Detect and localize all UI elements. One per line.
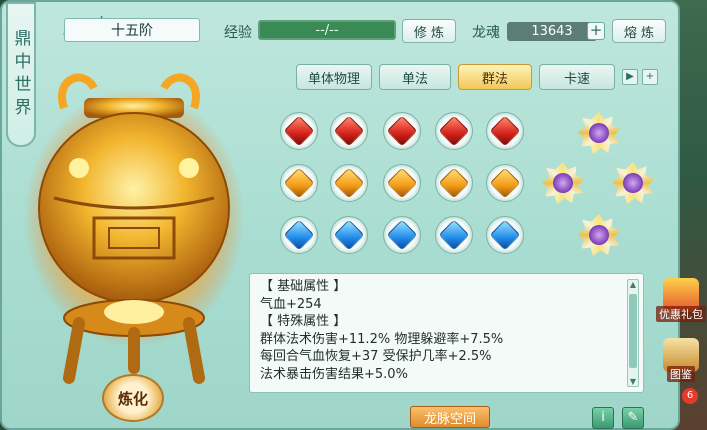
star-gem-core [553,173,573,193]
star-gem-icon[interactable] [578,214,620,256]
gem-slot[interactable] [330,164,368,202]
exp-label: 经验 [224,25,252,41]
main-panel: 鼎中世界 十五阶 经验 --/-- 修 炼 龙魂 13643 + 熔 炼 单体物… [0,0,680,430]
gem-slot[interactable] [435,216,473,254]
scroll-down-icon[interactable]: ▼ [628,377,638,386]
gem-slot[interactable] [383,216,421,254]
info-stat-line: 法术暴击伤害结果+5.0% [260,366,408,382]
dragon-vein-button[interactable]: 龙脉空间 [410,406,490,428]
gem-slot[interactable] [330,112,368,150]
cultivate-button[interactable]: 修 炼 [402,19,456,43]
red-gem-icon [489,115,521,147]
info-stat-line: 群体法术伤害+11.2% 物理躲避率+7.5% [260,331,504,347]
exp-bar: --/-- [258,20,396,40]
info-scrollbar[interactable]: ▲ ▼ [627,279,639,387]
tab-single-physical[interactable]: 单体物理 [296,64,372,90]
soul-value: 13643 [531,24,573,39]
info-hp-line: 气血+254 [260,296,322,312]
stage-text: 十五阶 [111,23,153,39]
tab-single-magic[interactable]: 单法 [379,64,451,90]
blue-gem-icon [438,219,470,251]
gem-slot[interactable] [486,164,524,202]
star-gem-core [589,123,609,143]
blue-gem-icon [489,219,521,251]
gem-slot[interactable] [383,112,421,150]
attribute-info-box: 【 基础属性 】 气血+254 【 特殊属性 】 群体法术伤害+11.2% 物理… [249,273,644,393]
star-gem-icon[interactable] [542,162,584,204]
side-title: 鼎中世界 [10,28,31,121]
info-basic-header: 【 基础属性 】 [260,279,347,294]
gem-slot[interactable] [486,216,524,254]
info-special-header: 【 特殊属性 】 [260,314,347,329]
smelt-button[interactable]: 熔 炼 [612,19,666,43]
orange-gem-icon [386,167,418,199]
notification-badge: 6 [682,388,698,404]
red-gem-icon [283,115,315,147]
gem-slot[interactable] [330,216,368,254]
tab-speed[interactable]: 卡速 [539,64,615,90]
soul-add-button[interactable]: + [587,22,605,40]
orange-gem-icon [438,167,470,199]
exp-value: --/-- [315,22,339,38]
blue-gem-icon [386,219,418,251]
scroll-up-icon[interactable]: ▲ [628,280,638,289]
blue-gem-icon [283,219,315,251]
gift-pack-button[interactable]: 优惠礼包 [656,270,706,322]
side-title-banner: 鼎中世界 [6,2,36,147]
gem-slot[interactable] [280,216,318,254]
tab-add-icon[interactable]: + [642,69,658,85]
star-gem-core [589,225,609,245]
refine-button-label: 炼化 [117,389,148,408]
red-gem-icon [333,115,365,147]
codex-label: 图鉴 [667,366,695,382]
cauldron-image [24,73,244,384]
orange-gem-icon [489,167,521,199]
gift-pack-label: 优惠礼包 [656,306,706,322]
codex-button[interactable]: 图鉴 [656,330,706,382]
info-stat-line: 每回合气血恢复+37 受保护几率+2.5% [260,349,492,364]
orange-gem-icon [333,167,365,199]
tab-group-magic[interactable]: 群法 [458,64,532,90]
info-button[interactable]: i [592,407,614,429]
orange-gem-icon [283,167,315,199]
red-gem-icon [386,115,418,147]
gem-slot[interactable] [486,112,524,150]
gem-slot[interactable] [435,112,473,150]
refine-button[interactable]: 炼化 [102,374,164,422]
star-gem-icon[interactable] [612,162,654,204]
stage-display: 十五阶 [64,18,200,42]
edit-button[interactable]: ✎ [622,407,644,429]
gem-slot[interactable] [383,164,421,202]
soul-value-box: 13643 [507,22,597,41]
scroll-thumb[interactable] [629,294,637,368]
soul-label: 龙魂 [472,25,500,41]
blue-gem-icon [333,219,365,251]
red-gem-icon [438,115,470,147]
tab-next-icon[interactable]: ▶ [622,69,638,85]
star-gem-core [623,173,643,193]
gem-slot[interactable] [280,112,318,150]
gem-slot[interactable] [435,164,473,202]
star-gem-icon[interactable] [578,112,620,154]
gem-slot[interactable] [280,164,318,202]
